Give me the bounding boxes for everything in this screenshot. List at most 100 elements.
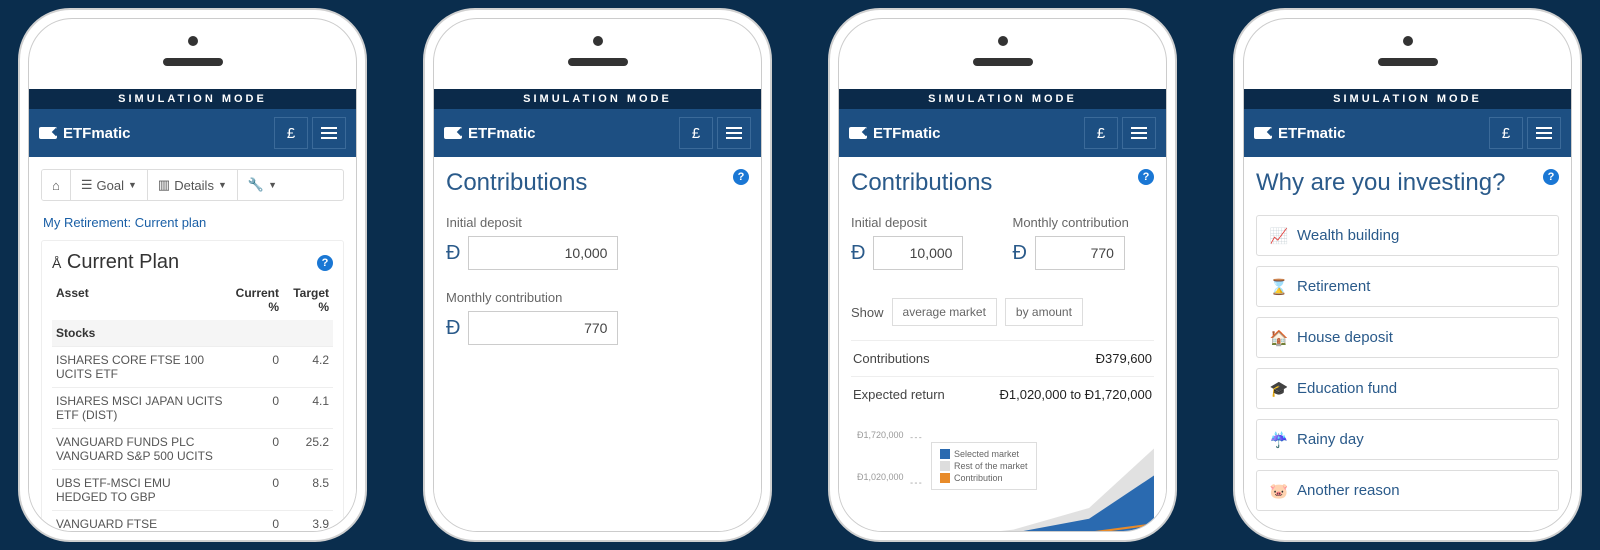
chart-legend: Selected market Rest of the market Contr… bbox=[931, 442, 1037, 490]
initial-deposit-input[interactable] bbox=[873, 236, 963, 270]
phone-camera bbox=[998, 36, 1008, 46]
menu-button[interactable] bbox=[1122, 117, 1156, 149]
asset-table: Asset Current% Target% Stocks ISHARES CO… bbox=[52, 280, 333, 531]
currency-icon: Ð bbox=[446, 242, 460, 265]
menu-button[interactable] bbox=[717, 117, 751, 149]
help-icon[interactable]: ? bbox=[1543, 169, 1559, 185]
table-row[interactable]: ISHARES MSCI JAPAN UCITS ETF (DIST)04.1 bbox=[52, 387, 333, 428]
option-wealth-building[interactable]: 📈Wealth building bbox=[1256, 215, 1559, 256]
option-retirement[interactable]: ⌛Retirement bbox=[1256, 266, 1559, 307]
currency-button[interactable]: £ bbox=[1489, 117, 1523, 149]
table-row[interactable]: UBS ETF-MSCI EMU HEDGED TO GBP08.5 bbox=[52, 469, 333, 510]
house-icon: 🏠 bbox=[1271, 330, 1287, 346]
goal-icon: ☰ bbox=[81, 177, 93, 193]
page-title: Contributions bbox=[851, 169, 992, 197]
goal-dropdown[interactable]: ☰ Goal ▼ bbox=[71, 170, 148, 200]
app-header: ETFmatic £ bbox=[434, 109, 761, 157]
show-filter: Show average market by amount bbox=[851, 298, 1154, 326]
goal-label: Goal bbox=[97, 178, 124, 193]
brand-text: ETFmatic bbox=[63, 125, 131, 142]
y-label-low: Ð1,020,000 bbox=[857, 472, 904, 482]
phone-speaker bbox=[568, 58, 628, 66]
brand-icon bbox=[444, 127, 462, 139]
table-row[interactable]: VANGUARD FUNDS PLC VANGUARD S&P 500 UCIT… bbox=[52, 428, 333, 469]
monthly-contribution-label: Monthly contribution bbox=[1013, 215, 1155, 230]
details-dropdown[interactable]: ▥Details▼ bbox=[148, 170, 238, 200]
simulation-banner: SIMULATION MODE bbox=[839, 89, 1166, 109]
caret-icon: ▼ bbox=[268, 180, 277, 190]
initial-deposit-label: Initial deposit bbox=[851, 215, 993, 230]
brand[interactable]: ETFmatic bbox=[444, 125, 536, 142]
brand-icon bbox=[849, 127, 867, 139]
menu-button[interactable] bbox=[312, 117, 346, 149]
page-title: Contributions bbox=[446, 169, 587, 197]
settings-dropdown[interactable]: 🔧▼ bbox=[238, 170, 287, 200]
panel-title: Å Current Plan bbox=[52, 251, 179, 274]
phone-camera bbox=[593, 36, 603, 46]
option-another-reason[interactable]: 🐷Another reason bbox=[1256, 470, 1559, 511]
initial-deposit-label: Initial deposit bbox=[446, 215, 749, 230]
table-row[interactable]: ISHARES CORE FTSE 100 UCITS ETF04.2 bbox=[52, 346, 333, 387]
table-row[interactable]: VANGUARD FTSE EMERGING MARKETS UCITS ETF… bbox=[52, 510, 333, 531]
option-rainy-day[interactable]: ☔Rainy day bbox=[1256, 419, 1559, 460]
phone-speaker bbox=[1378, 58, 1438, 66]
monthly-contribution-label: Monthly contribution bbox=[446, 290, 749, 305]
graduation-icon: 🎓 bbox=[1271, 381, 1287, 397]
brand[interactable]: ETFmatic bbox=[1254, 125, 1346, 142]
phone-frame-4: SIMULATION MODE ETFmatic £ Why are you i… bbox=[1235, 10, 1580, 540]
phone-speaker bbox=[973, 58, 1033, 66]
home-button[interactable]: ⌂ bbox=[42, 170, 71, 200]
option-education-fund[interactable]: 🎓Education fund bbox=[1256, 368, 1559, 409]
show-label: Show bbox=[851, 305, 884, 320]
table-header: Asset Current% Target% bbox=[52, 280, 333, 320]
stat-expected-return: Expected returnÐ1,020,000 to Ð1,720,000 bbox=[851, 376, 1154, 412]
phone-camera bbox=[1403, 36, 1413, 46]
initial-deposit-input[interactable] bbox=[468, 236, 618, 270]
brand[interactable]: ETFmatic bbox=[849, 125, 941, 142]
simulation-banner: SIMULATION MODE bbox=[434, 89, 761, 109]
segment-by-amount[interactable]: by amount bbox=[1005, 298, 1083, 326]
help-icon[interactable]: ? bbox=[317, 255, 333, 271]
th-target: Target% bbox=[279, 286, 329, 314]
toolbar: ⌂ ☰Goal▼ ▥Details▼ 🔧▼ bbox=[41, 169, 344, 201]
option-house-deposit[interactable]: 🏠House deposit bbox=[1256, 317, 1559, 358]
caret-icon: ▼ bbox=[128, 180, 137, 190]
current-plan-panel: Å Current Plan ? Asset Current% Target% … bbox=[41, 240, 344, 531]
brand-text: ETFmatic bbox=[468, 125, 536, 142]
details-label: Details bbox=[174, 178, 214, 193]
brand-text: ETFmatic bbox=[873, 125, 941, 142]
stat-contributions: ContributionsÐ379,600 bbox=[851, 340, 1154, 376]
chart-up-icon: 📈 bbox=[1271, 228, 1287, 244]
brand-text: ETFmatic bbox=[1278, 125, 1346, 142]
help-icon[interactable]: ? bbox=[1138, 169, 1154, 185]
brand-icon bbox=[39, 127, 57, 139]
piggy-bank-icon: 🐷 bbox=[1271, 483, 1287, 499]
monthly-contribution-input[interactable] bbox=[1035, 236, 1125, 270]
th-current: Current% bbox=[229, 286, 279, 314]
help-icon[interactable]: ? bbox=[733, 169, 749, 185]
currency-button[interactable]: £ bbox=[679, 117, 713, 149]
phone-camera bbox=[188, 36, 198, 46]
phone-frame-1: SIMULATION MODE ETFmatic £ ⌂ ☰Goal▼ ▥Det… bbox=[20, 10, 365, 540]
segment-average-market[interactable]: average market bbox=[892, 298, 997, 326]
phone-speaker bbox=[163, 58, 223, 66]
caret-icon: ▼ bbox=[218, 180, 227, 190]
monthly-contribution-input[interactable] bbox=[468, 311, 618, 345]
plan-icon: Å bbox=[52, 255, 61, 271]
simulation-banner: SIMULATION MODE bbox=[1244, 89, 1571, 109]
wrench-icon: 🔧 bbox=[248, 177, 264, 193]
section-stocks: Stocks bbox=[52, 320, 333, 346]
currency-button[interactable]: £ bbox=[1084, 117, 1118, 149]
brand[interactable]: ETFmatic bbox=[39, 125, 131, 142]
hamburger-icon bbox=[1536, 124, 1552, 142]
currency-icon: Ð bbox=[446, 317, 460, 340]
plan-link[interactable]: My Retirement: Current plan bbox=[41, 201, 344, 238]
currency-button[interactable]: £ bbox=[274, 117, 308, 149]
phone-frame-3: SIMULATION MODE ETFmatic £ Contributions… bbox=[830, 10, 1175, 540]
umbrella-icon: ☔ bbox=[1271, 432, 1287, 448]
app-header: ETFmatic £ bbox=[839, 109, 1166, 157]
hourglass-icon: ⌛ bbox=[1271, 279, 1287, 295]
y-label-high: Ð1,720,000 bbox=[857, 430, 904, 440]
hamburger-icon bbox=[1131, 124, 1147, 142]
menu-button[interactable] bbox=[1527, 117, 1561, 149]
